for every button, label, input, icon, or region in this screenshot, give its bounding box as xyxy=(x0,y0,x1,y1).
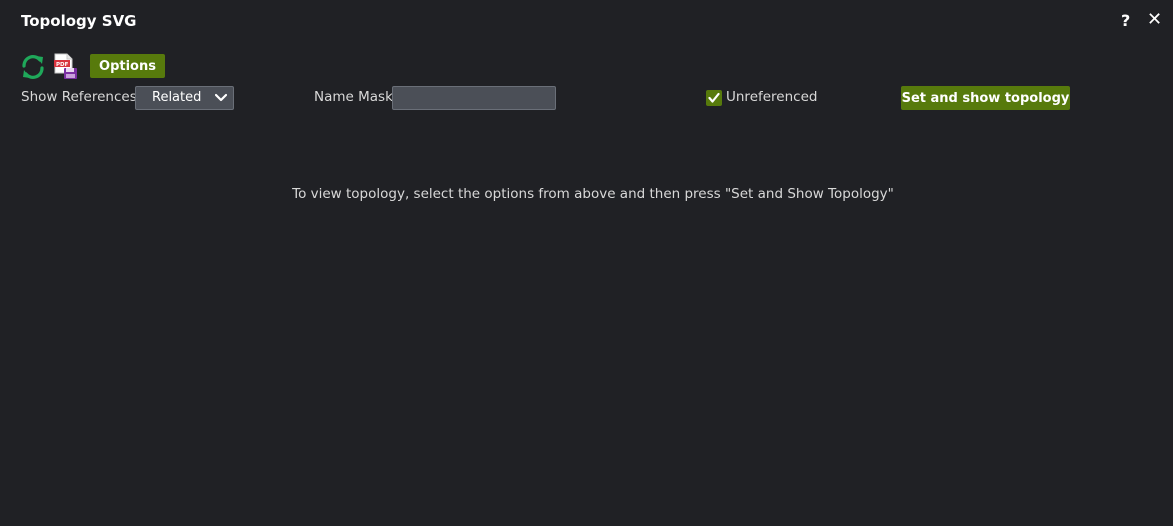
close-icon[interactable]: ✕ xyxy=(1147,9,1162,30)
name-mask-label: Name Mask: xyxy=(314,89,398,105)
show-references-value: Related xyxy=(152,90,202,105)
help-icon[interactable]: ? xyxy=(1121,11,1130,30)
chevron-down-icon xyxy=(215,93,227,102)
refresh-icon[interactable] xyxy=(20,54,46,80)
show-references-select[interactable]: Related xyxy=(135,86,234,110)
options-button[interactable]: Options xyxy=(90,54,165,78)
name-mask-input[interactable] xyxy=(392,86,556,110)
empty-state-message: To view topology, select the options fro… xyxy=(292,186,894,202)
show-references-label: Show References: xyxy=(21,89,142,105)
unreferenced-checkbox[interactable] xyxy=(706,90,722,106)
set-and-show-topology-button[interactable]: Set and show topology xyxy=(901,86,1070,110)
window-title: Topology SVG xyxy=(21,12,137,30)
pdf-save-icon[interactable]: PDF xyxy=(53,53,78,80)
topology-svg-window: Topology SVG ? ✕ PDF Options Show Refere… xyxy=(0,0,1173,526)
svg-text:PDF: PDF xyxy=(56,62,69,68)
checkmark-icon xyxy=(708,92,720,103)
unreferenced-label: Unreferenced xyxy=(726,89,818,105)
